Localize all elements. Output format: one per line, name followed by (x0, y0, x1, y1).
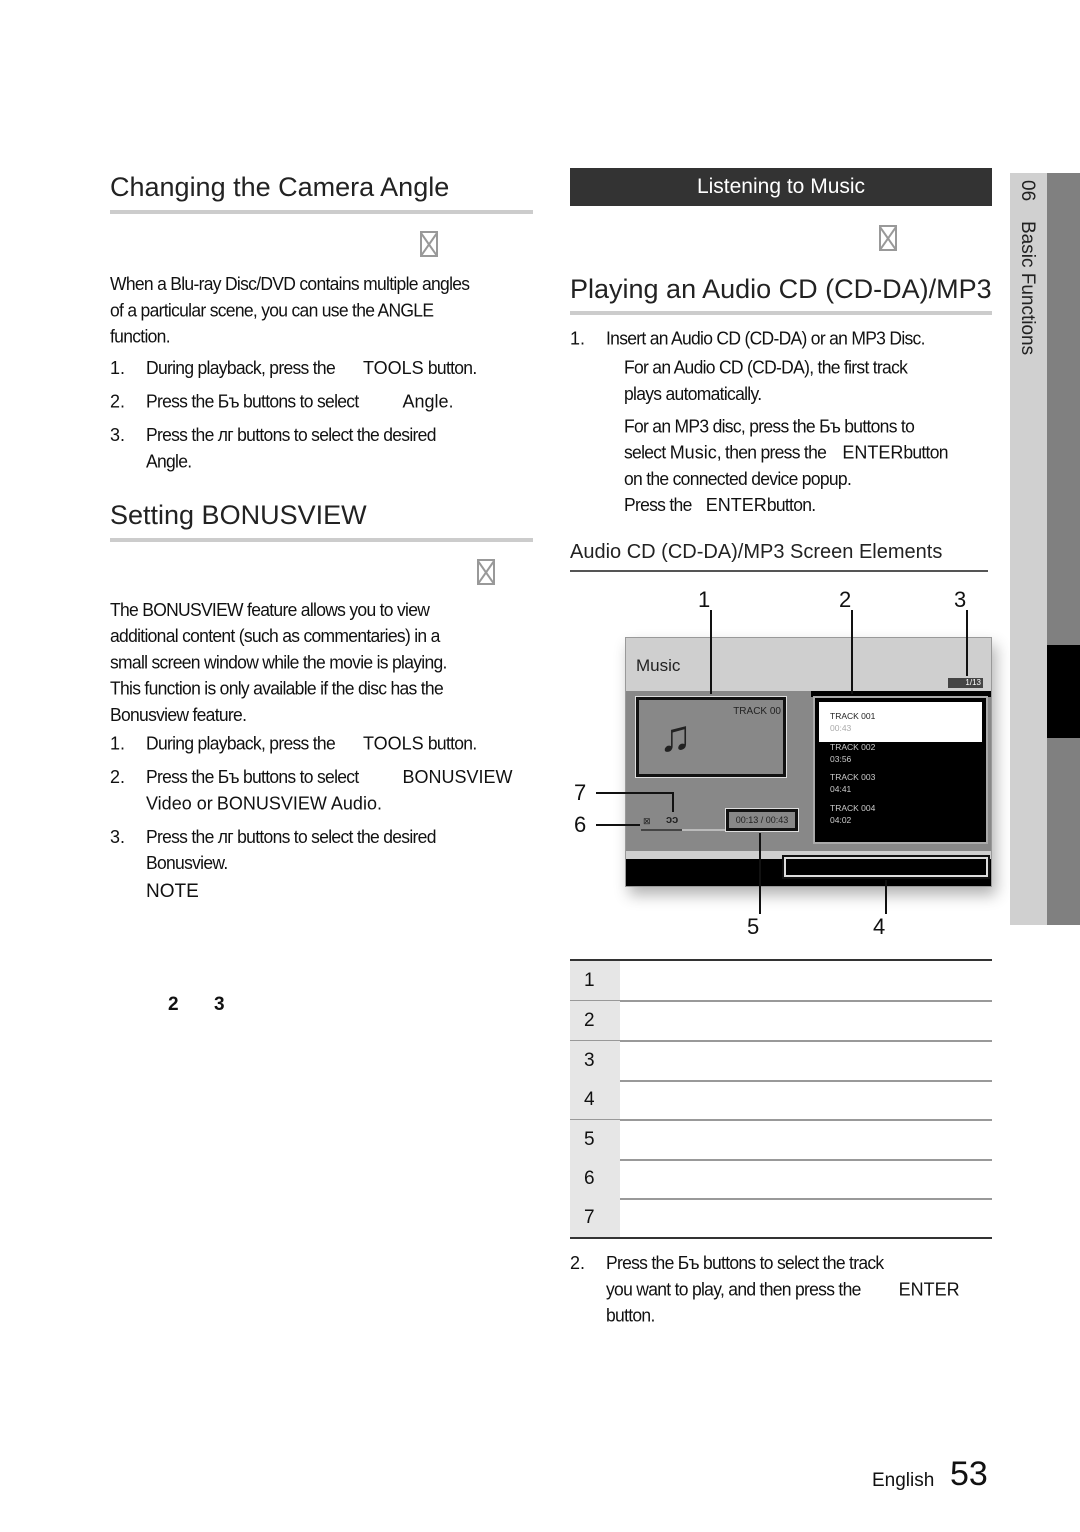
callout-6: 6 (574, 812, 587, 837)
callout-line (596, 824, 640, 826)
section-title-bonusview: Setting BONUSVIEW (110, 500, 367, 530)
note-number: 2 (168, 994, 179, 1015)
step: 1. During playback, press the TOOLS button… (110, 357, 477, 379)
step: 2. Press the Бъ buttons to select BONUSVIE… (110, 766, 513, 814)
now-playing-track: TRACK 00 (733, 706, 781, 717)
step: 3. Press the лг buttons to select the des… (110, 826, 436, 874)
track-item[interactable]: TRACK 001 00:43 (830, 710, 875, 734)
note-number: 3 (214, 994, 225, 1015)
footer-language: English (872, 1470, 935, 1491)
now-playing-box: TRACK 00 ♫ (635, 696, 787, 778)
step: 3. Press the лг buttons to select the des… (110, 424, 436, 472)
callout-1: 1 (698, 587, 711, 612)
music-note-icon: ♫ (659, 712, 692, 761)
title-rule (110, 538, 533, 542)
callout-line (596, 792, 674, 794)
step: 1. During playback, press the TOOLS button… (110, 732, 477, 754)
page-number: 53 (950, 1455, 988, 1493)
section-title-audio-cd: Playing an Audio CD (CD-DA)/MP3 (570, 274, 992, 304)
subsection-rule (570, 570, 988, 572)
title-rule (110, 210, 533, 214)
disc-type-icon (879, 225, 897, 251)
callout-line (885, 880, 887, 914)
button-guide-box (782, 855, 990, 879)
camera-angle-intro: When a Blu-ray Disc/DVD contains multipl… (110, 273, 470, 347)
table-row: 5 (570, 1120, 992, 1161)
play-status-icon: ⊠ (643, 816, 651, 826)
track-counter: 1/13 (948, 678, 983, 688)
audio-cd-steps: 1. Insert an Audio CD (CD-DA) or an MP3 D… (570, 327, 949, 516)
step-2: 2. Press the Бъ buttons to select the tra… (570, 1252, 960, 1326)
disc-type-icon (420, 231, 438, 257)
table-row: 4 (570, 1080, 992, 1121)
screen-title: Music (636, 656, 681, 675)
disc-type-icon (477, 559, 495, 585)
repeat-icon: ↄↄ (666, 814, 679, 826)
callout-3: 3 (954, 587, 967, 612)
section-banner: Listening to Music (570, 168, 992, 206)
manual-page: Changing the Camera Angle When a Blu-ray… (0, 0, 1080, 1532)
step: 2. Press the Бъ buttons to select Angle. (110, 390, 453, 412)
callout-line (966, 610, 968, 676)
callout-7: 7 (574, 780, 587, 805)
table-row: 3 (570, 1041, 992, 1082)
subsection-title: Audio CD (CD-DA)/MP3 Screen Elements (570, 541, 943, 563)
callout-line (710, 610, 712, 694)
camera-angle-steps: 1. During playback, press the TOOLS button… (110, 355, 540, 475)
chapter-label: 06Basic Functions (1017, 180, 1038, 356)
callout-4: 4 (873, 914, 886, 939)
table-row: 7 (570, 1198, 992, 1239)
callout-5: 5 (747, 914, 760, 939)
callout-line (759, 833, 761, 914)
bonusview-intro: The BONUSVIEW feature allows you to view… (110, 598, 447, 725)
callout-2: 2 (839, 587, 852, 612)
track-item[interactable]: TRACK 002 03:56 (830, 741, 875, 765)
track-item[interactable]: TRACK 004 04:02 (830, 802, 875, 826)
side-tab-strip (1047, 173, 1080, 925)
side-tab-marker (1047, 645, 1080, 738)
note-label: NOTE (146, 881, 199, 902)
play-time: 00:13 / 00:43 (725, 808, 799, 832)
table-row: 6 (570, 1159, 992, 1200)
title-rule (570, 311, 992, 315)
track-list[interactable]: TRACK 001 00:43 TRACK 002 03:56 TRACK 003 0… (813, 696, 988, 844)
table-row: 2 (570, 1001, 992, 1042)
music-screen: Music 1/13 TRACK 00 ♫ TRACK 001 00:43 TRA… (625, 637, 992, 887)
track-item[interactable]: TRACK 003 04:41 (830, 771, 875, 795)
table-row: 1 (570, 961, 992, 1002)
callout-line (851, 610, 853, 694)
bonusview-steps: 1. During playback, press the TOOLS button… (110, 731, 550, 877)
section-title-camera-angle: Changing the Camera Angle (110, 172, 450, 202)
progress-bar (641, 829, 731, 831)
callout-line (672, 792, 674, 812)
